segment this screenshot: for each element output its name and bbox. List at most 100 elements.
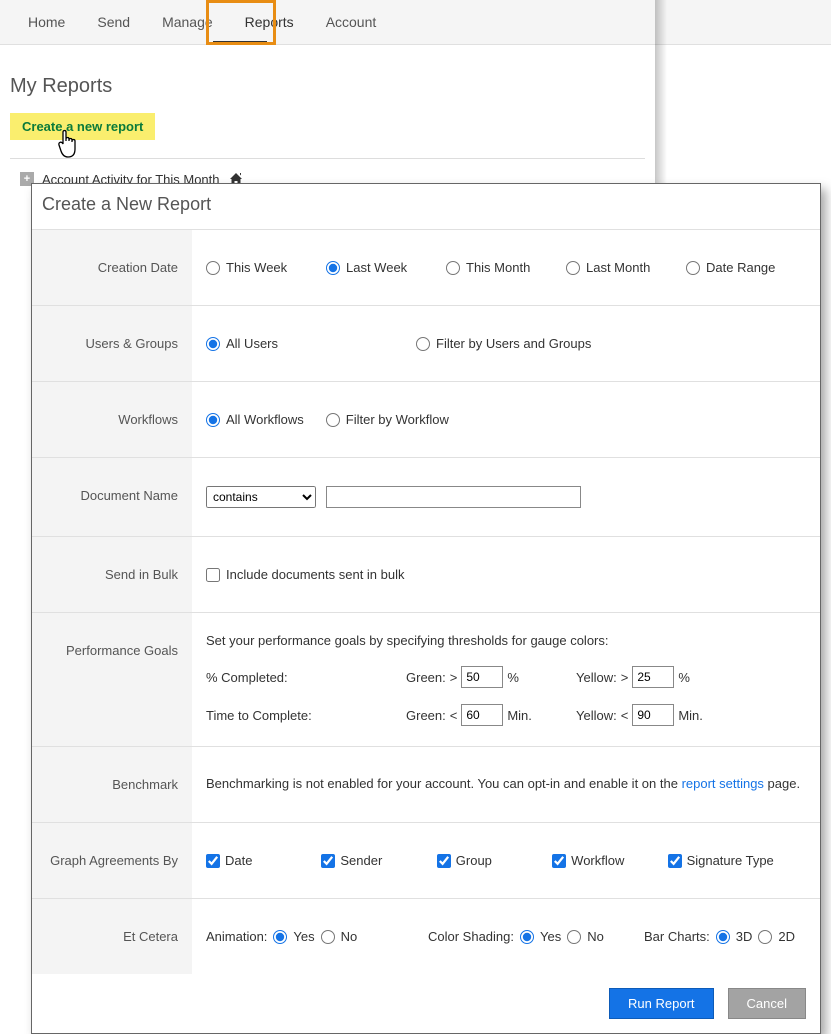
radio-animation-yes[interactable]: Yes — [273, 929, 314, 944]
checkbox-include-bulk-label: Include documents sent in bulk — [226, 567, 405, 582]
lt-symbol: < — [621, 708, 629, 723]
benchmark-text: Benchmarking is not enabled for your acc… — [206, 775, 800, 793]
doc-name-input[interactable] — [326, 486, 581, 508]
cancel-button[interactable]: Cancel — [728, 988, 806, 1019]
report-settings-link[interactable]: report settings — [682, 776, 764, 791]
label-users-groups: Users & Groups — [32, 306, 192, 381]
row-workflows: Workflows All Workflows Filter by Workfl… — [32, 381, 820, 457]
etc-animation-label: Animation: — [206, 929, 267, 944]
check-date-label: Date — [225, 853, 252, 868]
radio-filter-users-label: Filter by Users and Groups — [436, 336, 591, 351]
perf-time-label: Time to Complete: — [206, 708, 406, 723]
radio-shading-no[interactable]: No — [567, 929, 604, 944]
radio-this-month-label: This Month — [466, 260, 530, 275]
radio-filter-users[interactable]: Filter by Users and Groups — [416, 336, 591, 351]
check-date[interactable]: Date — [206, 853, 321, 868]
row-send-bulk: Send in Bulk Include documents sent in b… — [32, 536, 820, 612]
label-workflows: Workflows — [32, 382, 192, 457]
nav-account[interactable]: Account — [310, 2, 393, 42]
create-new-report-link[interactable]: Create a new report — [10, 113, 155, 140]
perf-intro-text: Set your performance goals by specifying… — [206, 633, 806, 648]
modal-title: Create a New Report — [32, 184, 820, 229]
radio-shading-yes-label: Yes — [540, 929, 561, 944]
radio-this-week-label: This Week — [226, 260, 287, 275]
nav-manage[interactable]: Manage — [146, 2, 229, 42]
radio-shading-yes[interactable]: Yes — [520, 929, 561, 944]
nav-home[interactable]: Home — [12, 2, 81, 42]
radio-date-range[interactable]: Date Range — [686, 260, 806, 275]
label-document-name: Document Name — [32, 458, 192, 536]
label-et-cetera: Et Cetera — [32, 899, 192, 974]
radio-all-workflows[interactable]: All Workflows — [206, 412, 304, 427]
my-reports-section: My Reports Create a new report + Account… — [0, 45, 655, 187]
radio-animation-yes-label: Yes — [293, 929, 314, 944]
nav-reports[interactable]: Reports — [229, 2, 310, 42]
gt-symbol: > — [450, 670, 458, 685]
pct-unit: % — [507, 670, 519, 685]
benchmark-text-part1: Benchmarking is not enabled for your acc… — [206, 776, 682, 791]
my-reports-title: My Reports — [10, 75, 645, 98]
nav-send[interactable]: Send — [81, 2, 146, 42]
top-nav: Home Send Manage Reports Account — [0, 0, 831, 45]
min-unit: Min. — [507, 708, 532, 723]
checkbox-include-bulk[interactable]: Include documents sent in bulk — [206, 567, 405, 582]
radio-last-month[interactable]: Last Month — [566, 260, 686, 275]
check-signature-type[interactable]: Signature Type — [668, 853, 806, 868]
perf-green-label: Green: — [406, 708, 446, 723]
radio-animation-no[interactable]: No — [321, 929, 358, 944]
perf-green-pct-input[interactable] — [461, 666, 503, 688]
nav-active-underline — [213, 41, 267, 44]
radio-shading-no-label: No — [587, 929, 604, 944]
label-benchmark: Benchmark — [32, 747, 192, 822]
radio-bar-3d-label: 3D — [736, 929, 753, 944]
row-et-cetera: Et Cetera Animation: Yes No Color Shadin… — [32, 898, 820, 974]
perf-green-time-input[interactable] — [461, 704, 503, 726]
label-graph-by: Graph Agreements By — [32, 823, 192, 898]
perf-yellow-pct-input[interactable] — [632, 666, 674, 688]
etc-shading-label: Color Shading: — [428, 929, 514, 944]
etc-barcharts-label: Bar Charts: — [644, 929, 710, 944]
radio-last-week-label: Last Week — [346, 260, 407, 275]
run-report-button[interactable]: Run Report — [609, 988, 713, 1019]
check-workflow-label: Workflow — [571, 853, 624, 868]
row-benchmark: Benchmark Benchmarking is not enabled fo… — [32, 746, 820, 822]
check-group[interactable]: Group — [437, 853, 552, 868]
radio-bar-2d[interactable]: 2D — [758, 929, 795, 944]
min-unit: Min. — [678, 708, 703, 723]
radio-all-users-label: All Users — [226, 336, 278, 351]
radio-this-month[interactable]: This Month — [446, 260, 566, 275]
perf-pct-label: % Completed: — [206, 670, 406, 685]
radio-all-users[interactable]: All Users — [206, 336, 416, 351]
create-new-report-label: Create a new report — [22, 119, 143, 134]
pct-unit: % — [678, 670, 690, 685]
divider — [10, 158, 645, 159]
radio-this-week[interactable]: This Week — [206, 260, 326, 275]
radio-filter-workflow-label: Filter by Workflow — [346, 412, 449, 427]
row-graph-by: Graph Agreements By Date Sender Group Wo… — [32, 822, 820, 898]
label-creation-date: Creation Date — [32, 230, 192, 305]
radio-last-week[interactable]: Last Week — [326, 260, 446, 275]
benchmark-text-part2: page. — [764, 776, 800, 791]
radio-date-range-label: Date Range — [706, 260, 775, 275]
doc-name-operator-select[interactable]: contains — [206, 486, 316, 508]
gt-symbol: > — [621, 670, 629, 685]
radio-animation-no-label: No — [341, 929, 358, 944]
check-sender[interactable]: Sender — [321, 853, 436, 868]
row-document-name: Document Name contains — [32, 457, 820, 536]
create-report-modal: Create a New Report Creation Date This W… — [31, 183, 821, 1034]
radio-all-workflows-label: All Workflows — [226, 412, 304, 427]
radio-last-month-label: Last Month — [586, 260, 650, 275]
check-group-label: Group — [456, 853, 492, 868]
perf-yellow-label: Yellow: — [576, 670, 617, 685]
perf-yellow-label: Yellow: — [576, 708, 617, 723]
label-send-bulk: Send in Bulk — [32, 537, 192, 612]
check-signature-type-label: Signature Type — [687, 853, 774, 868]
perf-green-label: Green: — [406, 670, 446, 685]
label-performance-goals: Performance Goals — [32, 613, 192, 746]
modal-footer: Run Report Cancel — [32, 974, 820, 1033]
perf-yellow-time-input[interactable] — [632, 704, 674, 726]
check-workflow[interactable]: Workflow — [552, 853, 667, 868]
row-users-groups: Users & Groups All Users Filter by Users… — [32, 305, 820, 381]
radio-filter-workflow[interactable]: Filter by Workflow — [326, 412, 449, 427]
radio-bar-3d[interactable]: 3D — [716, 929, 753, 944]
